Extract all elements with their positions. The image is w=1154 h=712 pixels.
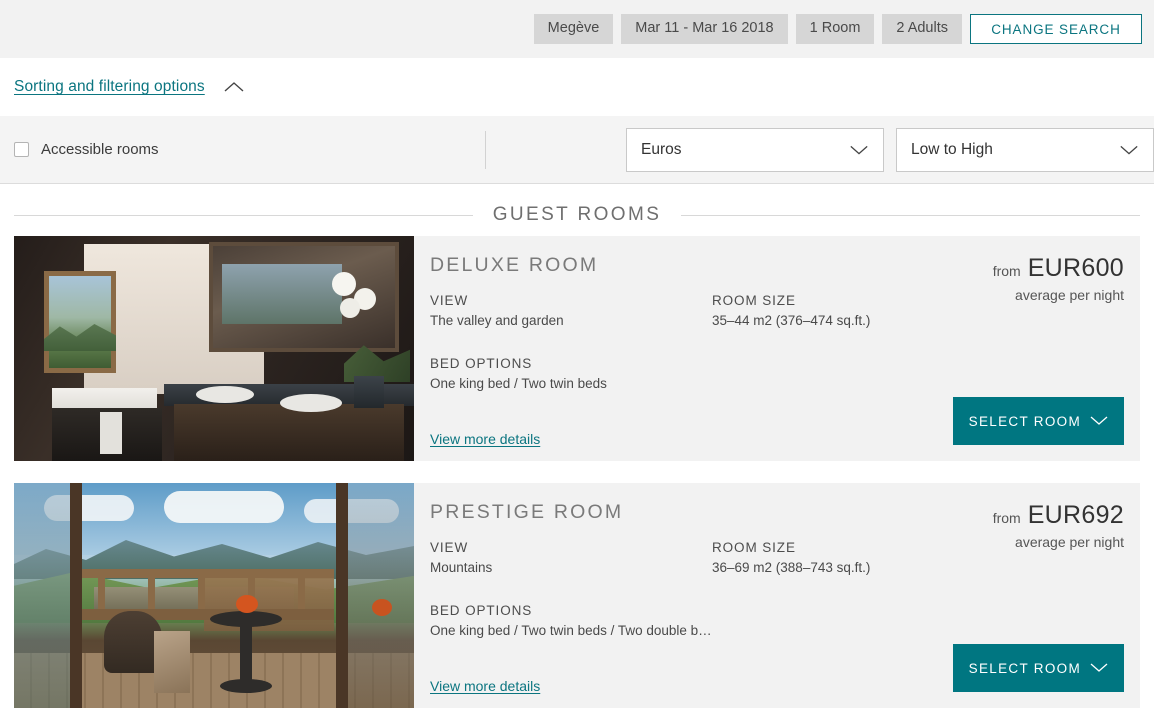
price-subtitle: average per night: [1015, 534, 1124, 550]
price-amount: EUR600: [1027, 254, 1124, 282]
sorting-toggle-row: Sorting and filtering options: [0, 58, 1154, 116]
divider-line-right: [681, 214, 1141, 216]
sort-order-select[interactable]: Low to High: [896, 127, 1154, 172]
price-block: from EUR692 average per night: [993, 501, 1124, 550]
price-line: from EUR600: [993, 254, 1124, 283]
price-subtitle: average per night: [1015, 287, 1124, 303]
view-value: Mountains: [430, 560, 493, 575]
room-photo-deluxe[interactable]: [14, 236, 414, 461]
room-card: PRESTIGE ROOM VIEW Mountains ROOM SIZE 3…: [14, 483, 1140, 708]
search-pill-guests[interactable]: 2 Adults: [882, 14, 962, 44]
sorting-and-filtering-link[interactable]: Sorting and filtering options: [14, 78, 205, 96]
view-label: VIEW: [430, 540, 469, 555]
section-title: GUEST ROOMS: [492, 204, 662, 225]
search-pill-group: Megève Mar 11 - Mar 16 2018 1 Room 2 Adu…: [533, 14, 1154, 44]
view-label: VIEW: [430, 293, 469, 308]
chevron-down-icon[interactable]: [849, 140, 869, 160]
view-more-details-link[interactable]: View more details: [430, 431, 540, 447]
bed-options-block: BED OPTIONS One king bed / Two twin beds…: [430, 603, 1124, 638]
bed-options-label: BED OPTIONS: [430, 603, 533, 618]
price-amount: EUR692: [1027, 501, 1124, 529]
select-room-button[interactable]: SELECT ROOM: [952, 644, 1124, 692]
select-room-label: SELECT ROOM: [968, 660, 1081, 676]
room-size-block: ROOM SIZE 36–69 m2 (388–743 sq.ft.): [712, 540, 994, 589]
room-size-value: 36–69 m2 (388–743 sq.ft.): [712, 560, 871, 575]
checkbox-icon[interactable]: [14, 142, 29, 157]
price-block: from EUR600 average per night: [993, 254, 1124, 303]
accessible-rooms-label: Accessible rooms: [41, 141, 159, 158]
select-room-label: SELECT ROOM: [968, 413, 1081, 429]
guest-rooms-section-header: GUEST ROOMS: [0, 194, 1154, 236]
price-line: from EUR692: [993, 501, 1124, 530]
bed-options-value: One king bed / Two twin beds: [430, 376, 607, 391]
price-from-label: from: [992, 510, 1021, 526]
view-more-details-link[interactable]: View more details: [430, 678, 540, 694]
chevron-down-icon[interactable]: [1119, 140, 1139, 160]
currency-select-value: Euros: [641, 140, 682, 158]
chevron-down-icon: [1090, 661, 1108, 676]
search-pill-destination[interactable]: Megève: [533, 14, 614, 44]
room-size-block: ROOM SIZE 35–44 m2 (376–474 sq.ft.): [712, 293, 994, 342]
filter-right-group: Euros Low to High: [626, 127, 1154, 172]
room-list: DELUXE ROOM VIEW The valley and garden R…: [0, 236, 1154, 708]
currency-select[interactable]: Euros: [626, 127, 884, 172]
room-size-label: ROOM SIZE: [712, 540, 796, 555]
accessible-rooms-checkbox[interactable]: Accessible rooms: [14, 141, 159, 158]
view-value: The valley and garden: [430, 313, 564, 328]
search-pill-rooms[interactable]: 1 Room: [795, 14, 875, 44]
chevron-down-icon: [1090, 414, 1108, 429]
room-size-label: ROOM SIZE: [712, 293, 796, 308]
search-summary-bar: Megève Mar 11 - Mar 16 2018 1 Room 2 Adu…: [0, 0, 1154, 58]
room-view-block: VIEW Mountains: [430, 540, 712, 589]
room-view-block: VIEW The valley and garden: [430, 293, 712, 342]
sort-order-select-value: Low to High: [911, 140, 993, 158]
filter-divider: [485, 130, 486, 169]
price-from-label: from: [992, 263, 1021, 279]
room-info: PRESTIGE ROOM VIEW Mountains ROOM SIZE 3…: [414, 483, 1140, 708]
search-pill-dates[interactable]: Mar 11 - Mar 16 2018: [621, 14, 788, 44]
room-photo-prestige[interactable]: [14, 483, 414, 708]
bed-options-value: One king bed / Two twin beds / Two doubl…: [430, 623, 712, 638]
bed-options-block: BED OPTIONS One king bed / Two twin beds: [430, 356, 1124, 391]
filter-left-group: Accessible rooms: [0, 116, 485, 183]
room-info: DELUXE ROOM VIEW The valley and garden R…: [414, 236, 1140, 461]
bed-options-label: BED OPTIONS: [430, 356, 533, 371]
filter-row: Accessible rooms Euros Low to High: [0, 116, 1154, 184]
chevron-up-icon[interactable]: [223, 76, 245, 98]
divider-line-left: [14, 214, 473, 216]
change-search-button[interactable]: CHANGE SEARCH: [970, 14, 1142, 44]
select-room-button[interactable]: SELECT ROOM: [952, 397, 1124, 445]
room-card: DELUXE ROOM VIEW The valley and garden R…: [14, 236, 1140, 461]
room-size-value: 35–44 m2 (376–474 sq.ft.): [712, 313, 871, 328]
